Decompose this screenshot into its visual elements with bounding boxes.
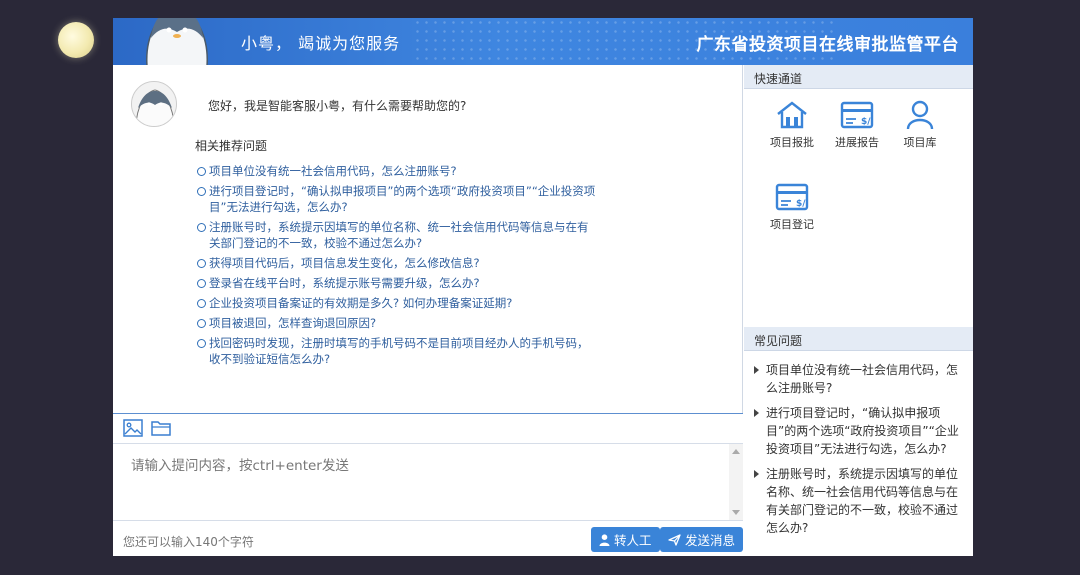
input-toolbar bbox=[113, 413, 743, 443]
message-input[interactable] bbox=[113, 444, 725, 520]
recommended-question-list: 项目单位没有统一社会信用代码，怎么注册账号? 进行项目登记时，“确认拟申报项目”… bbox=[197, 163, 597, 371]
message-input-area bbox=[113, 443, 743, 521]
circle-bullet-icon bbox=[197, 299, 206, 308]
quick-access-header: 快速通道 bbox=[744, 65, 973, 89]
recommended-question[interactable]: 注册账号时，系统提示因填写的单位名称、统一社会信用代码等信息与在有关部门登记的不… bbox=[197, 219, 597, 251]
triangle-bullet-icon bbox=[754, 470, 759, 478]
chat-message-area: 您好，我是智能客服小粤，有什么需要帮助您的? 相关推荐问题 项目单位没有统一社会… bbox=[113, 65, 743, 413]
right-sidebar: 快速通道 项目报批 $/ 进展报告 项目库 $/ 项目登记 常见问题 项目单位没… bbox=[744, 65, 973, 556]
circle-bullet-icon bbox=[197, 339, 206, 348]
svg-text:$/: $/ bbox=[861, 117, 871, 127]
card-icon: $/ bbox=[775, 183, 809, 211]
faq-header: 常见问题 bbox=[744, 327, 973, 351]
bot-avatar bbox=[131, 81, 177, 127]
person-icon bbox=[906, 100, 934, 130]
recommended-question[interactable]: 找回密码时发现，注册时填写的手机号码不是目前项目经办人的手机号码，收不到验证短信… bbox=[197, 335, 597, 367]
faq-item[interactable]: 注册账号时，系统提示因填写的单位名称、统一社会信用代码等信息与在有关部门登记的不… bbox=[752, 465, 962, 537]
quick-item-project-approval[interactable]: 项目报批 bbox=[762, 100, 822, 150]
circle-bullet-icon bbox=[197, 167, 206, 176]
send-message-button[interactable]: 发送消息 bbox=[660, 527, 743, 552]
input-footer: 您还可以输入140个字符 转人工 发送消息 bbox=[113, 521, 743, 556]
bot-greeting-message: 您好，我是智能客服小粤，有什么需要帮助您的? bbox=[208, 99, 467, 113]
input-scrollbar[interactable] bbox=[729, 444, 743, 520]
recommend-title: 相关推荐问题 bbox=[195, 139, 268, 153]
triangle-bullet-icon bbox=[754, 366, 759, 374]
header-greeting: 小粤， 竭诚为您服务 bbox=[241, 34, 401, 53]
header-bar: 小粤， 竭诚为您服务 广东省投资项目在线审批监管平台 bbox=[113, 18, 973, 65]
recommended-question[interactable]: 项目被退回，怎样查询退回原因? bbox=[197, 315, 597, 331]
quick-item-project-registration[interactable]: $/ 项目登记 bbox=[762, 182, 822, 232]
circle-bullet-icon bbox=[197, 223, 206, 232]
folder-upload-icon[interactable] bbox=[151, 419, 171, 437]
house-icon bbox=[777, 101, 807, 129]
circle-bullet-icon bbox=[197, 187, 206, 196]
mascot-icon bbox=[146, 18, 208, 65]
quick-item-project-library[interactable]: 项目库 bbox=[890, 100, 950, 150]
recommended-question[interactable]: 项目单位没有统一社会信用代码，怎么注册账号? bbox=[197, 163, 597, 179]
circle-bullet-icon bbox=[197, 259, 206, 268]
triangle-bullet-icon bbox=[754, 409, 759, 417]
svg-text:$/: $/ bbox=[796, 199, 806, 209]
user-icon bbox=[599, 533, 610, 546]
moon-decoration bbox=[58, 22, 94, 58]
recommended-question[interactable]: 登录省在线平台时，系统提示账号需要升级，怎么办? bbox=[197, 275, 597, 291]
quick-item-progress-report[interactable]: $/ 进展报告 bbox=[827, 100, 887, 150]
scroll-up-icon[interactable] bbox=[732, 449, 740, 454]
char-count: 您还可以输入140个字符 bbox=[123, 535, 254, 549]
chat-window: 小粤， 竭诚为您服务 广东省投资项目在线审批监管平台 您好，我是智能客服小粤，有… bbox=[113, 18, 973, 556]
card-icon: $/ bbox=[840, 101, 874, 129]
transfer-to-agent-button[interactable]: 转人工 bbox=[591, 527, 660, 552]
recommended-question[interactable]: 企业投资项目备案证的有效期是多久? 如何办理备案证延期? bbox=[197, 295, 597, 311]
bot-avatar-icon bbox=[132, 82, 176, 126]
platform-title: 广东省投资项目在线审批监管平台 bbox=[696, 35, 959, 55]
image-upload-icon[interactable] bbox=[123, 419, 143, 437]
recommended-question[interactable]: 获得项目代码后，项目信息发生变化，怎么修改信息? bbox=[197, 255, 597, 271]
faq-list: 项目单位没有统一社会信用代码，怎么注册账号? 进行项目登记时，“确认拟申报项目”… bbox=[752, 361, 962, 544]
send-icon bbox=[668, 533, 681, 546]
faq-item[interactable]: 项目单位没有统一社会信用代码，怎么注册账号? bbox=[752, 361, 962, 397]
faq-item[interactable]: 进行项目登记时，“确认拟申报项目”的两个选项“政府投资项目”“企业投资项目”无法… bbox=[752, 404, 962, 458]
scroll-down-icon[interactable] bbox=[732, 510, 740, 515]
circle-bullet-icon bbox=[197, 279, 206, 288]
circle-bullet-icon bbox=[197, 319, 206, 328]
recommended-question[interactable]: 进行项目登记时，“确认拟申报项目”的两个选项“政府投资项目”“企业投资项目”无法… bbox=[197, 183, 597, 215]
